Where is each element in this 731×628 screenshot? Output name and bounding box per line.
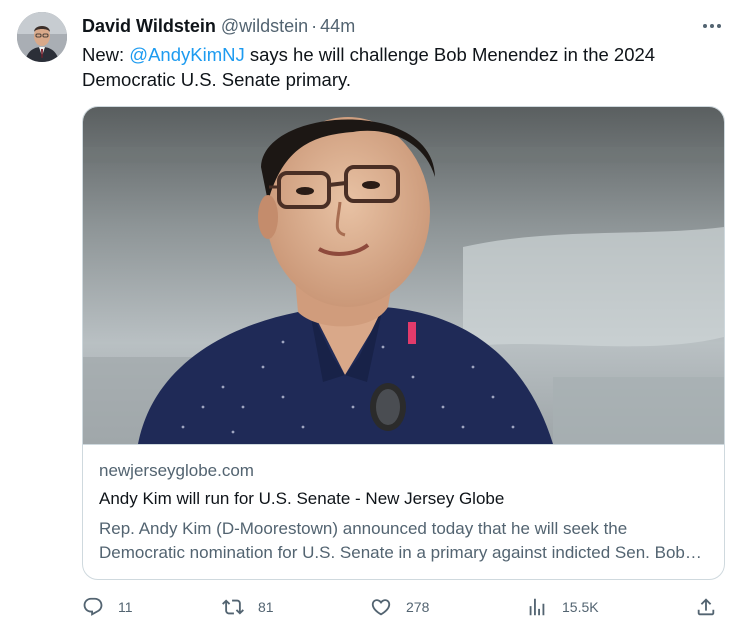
reply-icon <box>83 597 103 616</box>
share-button[interactable] <box>695 594 717 620</box>
avatar-image <box>17 12 67 62</box>
card-photo <box>83 107 724 444</box>
author-handle[interactable]: @wildstein <box>221 16 308 37</box>
more-dots-icon[interactable] <box>700 18 724 34</box>
views-count: 15.5K <box>562 599 599 615</box>
repost-button[interactable]: 81 <box>222 594 274 620</box>
repost-icon <box>222 599 244 615</box>
tweet-text: New: @AndyKimNJ says he will challenge B… <box>82 42 702 92</box>
header-separator: · <box>311 15 318 36</box>
share-icon <box>697 598 715 616</box>
repost-count: 81 <box>258 599 274 615</box>
card-title[interactable]: Andy Kim will run for U.S. Senate - New … <box>99 489 504 509</box>
action-bar: 11 81 278 15.5K <box>82 594 722 620</box>
heart-icon <box>371 599 391 616</box>
like-count: 278 <box>406 599 430 615</box>
views-icon <box>529 598 545 616</box>
like-button[interactable]: 278 <box>370 594 429 620</box>
author-name[interactable]: David Wildstein <box>82 16 216 37</box>
card-info: newjerseyglobe.com Andy Kim will run for… <box>83 444 724 579</box>
views-button[interactable]: 15.5K <box>526 594 599 620</box>
tweet-header: David Wildstein @wildstein · 44m <box>82 14 355 38</box>
tweet: David Wildstein @wildstein · 44m New: @A… <box>0 0 731 628</box>
reply-count: 11 <box>118 599 133 615</box>
card-description: Rep. Andy Kim (D-Moorestown) announced t… <box>99 519 685 562</box>
avatar[interactable] <box>17 12 67 62</box>
mention-link[interactable]: @AndyKimNJ <box>129 44 244 65</box>
link-card[interactable]: newjerseyglobe.com Andy Kim will run for… <box>82 106 725 580</box>
card-domain: newjerseyglobe.com <box>99 461 254 480</box>
tweet-time[interactable]: 44m <box>320 16 355 37</box>
card-image <box>83 107 724 444</box>
tweet-text-prefix: New: <box>82 44 130 65</box>
reply-button[interactable]: 11 <box>82 594 133 620</box>
